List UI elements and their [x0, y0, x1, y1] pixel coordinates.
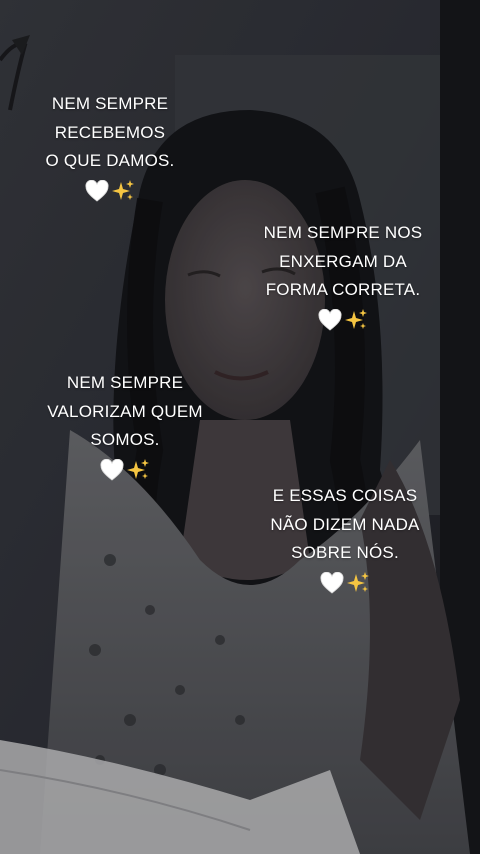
emoji-row: [40, 178, 180, 204]
caption-line: NÃO DIZEM NADA: [270, 514, 420, 534]
caption-line: VALORIZAM QUEM: [47, 401, 203, 421]
caption-1: NEM SEMPRE RECEBEMOS O QUE DAMOS.: [40, 90, 180, 204]
caption-line: RECEBEMOS: [54, 122, 166, 142]
sparkles-icon: [112, 179, 134, 200]
caption-line: SOMOS.: [90, 430, 160, 449]
white-heart-icon: [320, 571, 344, 594]
caption-4: E ESSAS COISAS NÃO DIZEM NADA SOBRE NÓS.: [260, 482, 430, 596]
white-heart-icon: [100, 458, 124, 481]
caption-line: SOBRE NÓS.: [291, 543, 399, 562]
caption-line: NEM SEMPRE: [51, 94, 169, 113]
white-heart-icon: [85, 179, 109, 202]
sparkles-icon: [127, 458, 149, 479]
caption-line: NEM SEMPRE NOS: [263, 223, 423, 242]
caption-line: NEM SEMPRE: [66, 373, 184, 392]
caption-3: NEM SEMPRE VALORIZAM QUEM SOMOS.: [40, 369, 210, 483]
caption-line: FORMA CORRETA.: [265, 280, 421, 299]
caption-line: O QUE DAMOS.: [45, 151, 175, 170]
caption-2: NEM SEMPRE NOS ENXERGAM DA FORMA CORRETA…: [258, 219, 428, 333]
sparkles-icon: [345, 308, 367, 329]
emoji-row: [40, 457, 210, 483]
caption-line: ENXERGAM DA: [279, 251, 407, 271]
caption-line: E ESSAS COISAS: [272, 486, 418, 505]
white-heart-icon: [318, 308, 342, 331]
emoji-row: [260, 570, 430, 596]
emoji-row: [258, 307, 428, 333]
sparkles-icon: [347, 571, 369, 592]
